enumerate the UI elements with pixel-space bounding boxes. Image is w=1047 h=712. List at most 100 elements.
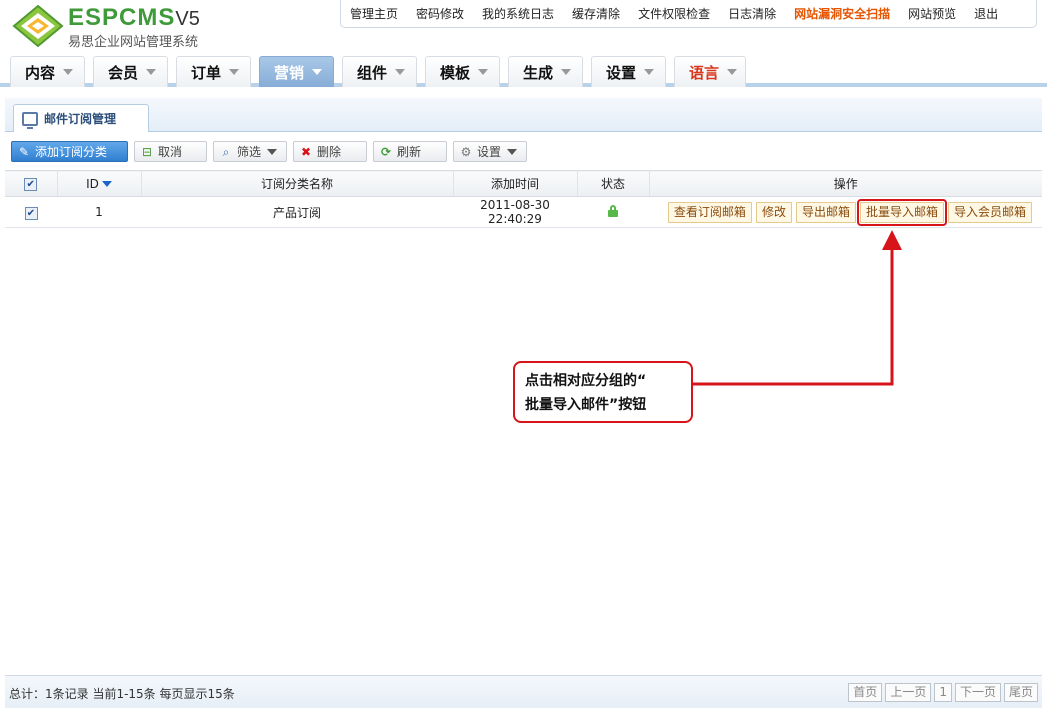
menu-label: 内容 — [25, 63, 56, 82]
header-time: 添加时间 — [453, 170, 578, 197]
button-label: 设置 — [477, 145, 502, 159]
row-id: 1 — [57, 196, 141, 228]
header-id-label: ID — [86, 176, 99, 191]
menu-label: 生成 — [523, 63, 554, 82]
topnav-password[interactable]: 密码修改 — [407, 5, 473, 22]
first-page-button[interactable]: 首页 — [848, 683, 883, 702]
menu-label: 会员 — [108, 63, 139, 82]
topnav-logout[interactable]: 退出 — [965, 5, 1007, 22]
table-row: ✔ 1 产品订阅 2011-08-30 22:40:29 查看订阅邮箱 修改 导… — [5, 196, 1042, 228]
view-subscribers-button[interactable]: 查看订阅邮箱 — [667, 201, 752, 223]
import-member-emails-button[interactable]: 导入会员邮箱 — [947, 201, 1032, 223]
pagination: 首页 上一页 1 下一页 尾页 — [845, 683, 1038, 702]
refresh-icon: ⟳ — [380, 144, 392, 159]
menu-label: 订单 — [191, 63, 222, 82]
refresh-button[interactable]: ⟳ 刷新 — [373, 141, 447, 162]
button-label: 添加订阅分类 — [35, 145, 108, 159]
button-label: 刷新 — [397, 145, 422, 159]
chevron-down-icon — [561, 69, 572, 75]
menu-label: 营销 — [274, 63, 305, 82]
chevron-down-icon — [507, 148, 518, 155]
menu-generate[interactable]: 生成 — [508, 56, 583, 87]
delete-button[interactable]: ✖ 删除 — [293, 141, 367, 162]
header-ops: 操作 — [649, 170, 1042, 197]
next-page-button[interactable]: 下一页 — [954, 683, 1001, 702]
menu-components[interactable]: 组件 — [342, 56, 417, 87]
header-id[interactable]: ID — [57, 170, 142, 197]
topnav-clear-logs[interactable]: 日志清除 — [719, 5, 785, 22]
chevron-down-icon — [312, 69, 323, 75]
table-header-row: ✔ ID 订阅分类名称 添加时间 状态 操作 — [5, 170, 1042, 197]
menu-content[interactable]: 内容 — [10, 56, 85, 87]
header-select-all: ✔ — [5, 170, 58, 197]
menu-settings[interactable]: 设置 — [591, 56, 666, 87]
add-note-icon: ✎ — [18, 144, 30, 159]
panel-header: 邮件订阅管理 — [5, 98, 1042, 132]
subscription-table: ✔ ID 订阅分类名称 添加时间 状态 操作 ✔ 1 产品订阅 2011-08-… — [5, 170, 1042, 228]
last-page-button[interactable]: 尾页 — [1003, 683, 1038, 702]
topnav-file-permission[interactable]: 文件权限检查 — [629, 5, 719, 22]
menu-label: 组件 — [357, 63, 388, 82]
prev-page-button[interactable]: 上一页 — [885, 683, 932, 702]
unlock-icon[interactable] — [607, 204, 619, 217]
topnav-my-logs[interactable]: 我的系统日志 — [473, 5, 563, 22]
page-number[interactable]: 1 — [934, 683, 952, 702]
cancel-button[interactable]: ⊟ 取消 — [134, 141, 207, 162]
header: ESPCMSV5 易思企业网站管理系统 管理主页 密码修改 我的系统日志 缓存清… — [0, 0, 1047, 52]
chevron-down-icon — [267, 148, 278, 155]
chevron-down-icon — [644, 69, 655, 75]
button-label: 筛选 — [237, 145, 262, 159]
export-emails-button[interactable]: 导出邮箱 — [795, 201, 856, 223]
row-checkbox[interactable]: ✔ — [24, 206, 38, 220]
row-name: 产品订阅 — [141, 196, 453, 228]
button-label: 取消 — [158, 145, 183, 159]
brand-subtitle: 易思企业网站管理系统 — [68, 35, 199, 50]
footer: 总计：1条记录 当前1-15条 每页显示15条 首页 上一页 1 下一页 尾页 — [5, 675, 1042, 708]
row-ops: 查看订阅邮箱 修改 导出邮箱 批量导入邮箱 导入会员邮箱 — [649, 196, 1042, 228]
chevron-down-icon — [229, 69, 240, 75]
record-stats: 总计：1条记录 当前1-15条 每页显示15条 — [9, 687, 235, 701]
gear-icon: ⚙ — [460, 144, 472, 159]
menu-label: 设置 — [606, 63, 637, 82]
select-all-checkbox[interactable]: ✔ — [24, 178, 38, 191]
topnav-security-scan[interactable]: 网站漏洞安全扫描 — [785, 5, 899, 22]
menu-templates[interactable]: 模板 — [425, 56, 500, 87]
toolbar: ✎ 添加订阅分类 ⊟ 取消 ⌕ 筛选 ✖ 删除 ⟳ 刷新 ⚙ 设置 — [5, 137, 1042, 167]
edit-button[interactable]: 修改 — [755, 201, 792, 223]
magnifier-icon: ⌕ — [222, 144, 230, 159]
main-nav: 内容 会员 订单 营销 组件 模板 生成 设置 语言 — [0, 55, 1047, 87]
topnav-clear-cache[interactable]: 缓存清除 — [563, 5, 629, 22]
chevron-down-icon — [727, 69, 738, 75]
row-status — [577, 196, 649, 228]
menu-orders[interactable]: 订单 — [176, 56, 251, 87]
chevron-down-icon — [63, 69, 74, 75]
chevron-down-icon — [478, 69, 489, 75]
topnav-site-preview[interactable]: 网站预览 — [899, 5, 965, 22]
header-status: 状态 — [577, 170, 650, 197]
row-select-cell: ✔ — [5, 196, 57, 228]
topnav-home[interactable]: 管理主页 — [341, 5, 407, 22]
monitor-icon — [22, 111, 38, 129]
menu-marketing[interactable]: 营销 — [259, 56, 334, 87]
filter-button[interactable]: ⌕ 筛选 — [213, 141, 287, 162]
button-label: 删除 — [317, 145, 342, 159]
add-category-button[interactable]: ✎ 添加订阅分类 — [11, 141, 128, 162]
header-name: 订阅分类名称 — [141, 170, 454, 197]
espcms-logo-icon — [12, 4, 64, 48]
callout-line-1: 点击相对应分组的“ — [525, 373, 647, 389]
menu-members[interactable]: 会员 — [93, 56, 168, 87]
menu-label: 模板 — [440, 63, 471, 82]
menu-language[interactable]: 语言 — [674, 56, 746, 87]
delete-x-icon: ✖ — [300, 144, 312, 159]
tab-label: 邮件订阅管理 — [44, 112, 117, 126]
brand-name: ESPCMSV5 — [68, 4, 200, 31]
chevron-down-icon — [395, 69, 406, 75]
chevron-down-icon — [146, 69, 157, 75]
tab-mail-subscription[interactable]: 邮件订阅管理 — [13, 104, 149, 132]
callout-line-2: 批量导入邮件”按钮 — [525, 397, 647, 413]
top-nav: 管理主页 密码修改 我的系统日志 缓存清除 文件权限检查 日志清除 网站漏洞安全… — [340, 0, 1037, 28]
menu-label: 语言 — [689, 63, 720, 82]
cancel-icon: ⊟ — [141, 144, 153, 159]
settings-button[interactable]: ⚙ 设置 — [453, 141, 527, 162]
bulk-import-emails-button[interactable]: 批量导入邮箱 — [856, 198, 947, 226]
